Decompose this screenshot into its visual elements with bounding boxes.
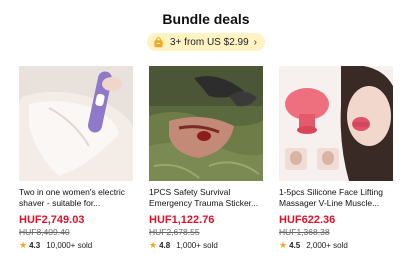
product-price: HUF2,749.03: [19, 214, 85, 226]
shopping-bag-icon: [154, 36, 163, 47]
product-card[interactable]: 1-5pcs Silicone Face Lifting Massager V-…: [279, 66, 393, 251]
product-meta: ★ 4.3 10,000+ sold: [19, 240, 133, 251]
star-icon: ★: [279, 240, 288, 250]
product-title[interactable]: Two in one women's electric shaver - sui…: [19, 187, 133, 209]
product-price: HUF622.36: [279, 214, 336, 226]
product-price: HUF1,122.76: [149, 214, 215, 226]
product-title[interactable]: 1-5pcs Silicone Face Lifting Massager V-…: [279, 187, 393, 209]
product-sold-count: 1,000+ sold: [176, 241, 218, 250]
product-original-price: HUF2,678.55: [149, 227, 200, 237]
product-image[interactable]: [149, 66, 263, 181]
product-original-price: HUF8,409.40: [19, 227, 70, 237]
product-image[interactable]: [19, 66, 133, 181]
section-title: Bundle deals: [162, 11, 250, 27]
product-sold-count: 2,000+ sold: [306, 241, 348, 250]
product-title[interactable]: 1PCS Safety Survival Emergency Trauma St…: [149, 187, 263, 209]
bundle-promo-button[interactable]: 3+ from US $2.99 ›: [147, 33, 265, 51]
star-icon: ★: [149, 240, 158, 250]
product-original-price: HUF1,368.38: [279, 227, 330, 237]
product-card[interactable]: 1PCS Safety Survival Emergency Trauma St…: [149, 66, 263, 251]
product-rating: 4.3: [29, 241, 41, 250]
bundle-promo-label: 3+ from US $2.99: [170, 36, 249, 48]
product-meta: ★ 4.8 1,000+ sold: [149, 240, 263, 251]
product-card[interactable]: Two in one women's electric shaver - sui…: [19, 66, 133, 251]
product-image[interactable]: [279, 66, 393, 181]
star-icon: ★: [19, 240, 28, 250]
product-meta: ★ 4.5 2,000+ sold: [279, 240, 393, 251]
product-rating: 4.8: [159, 241, 171, 250]
chevron-right-icon: ›: [253, 36, 257, 48]
product-sold-count: 10,000+ sold: [46, 241, 93, 250]
product-rating: 4.5: [289, 241, 301, 250]
